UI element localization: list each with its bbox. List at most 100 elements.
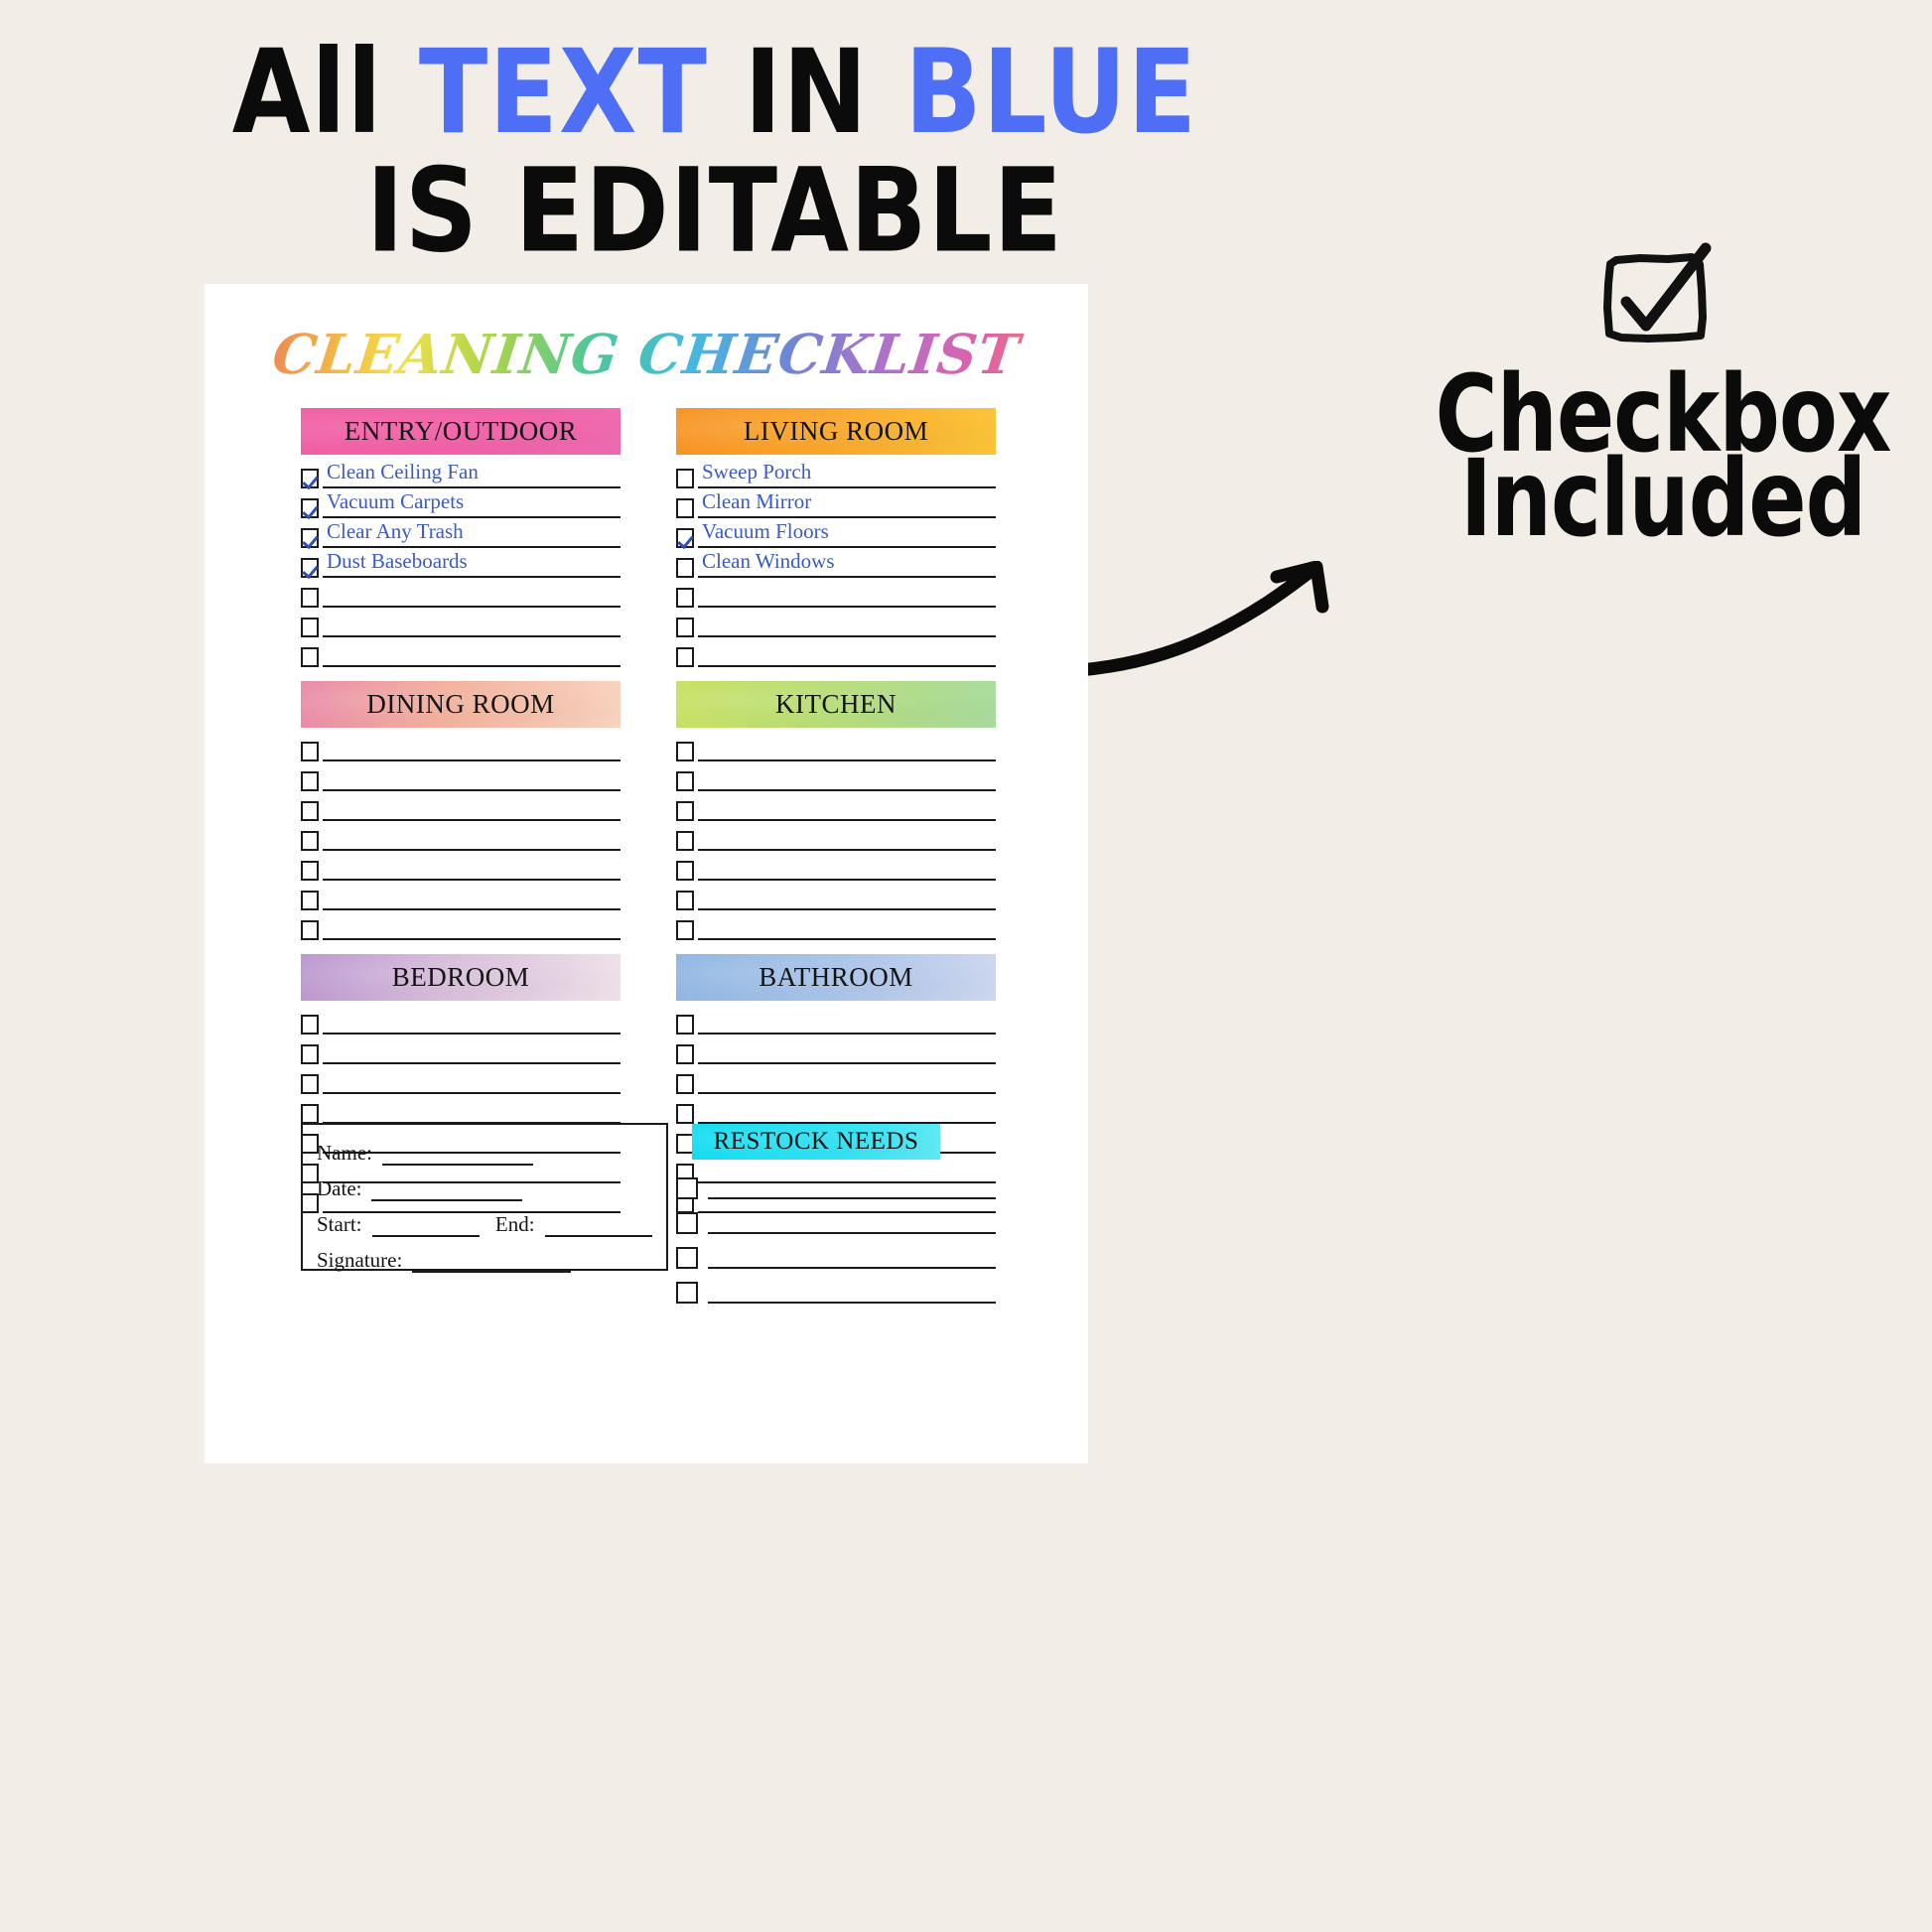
checklist-input-line[interactable] <box>323 795 621 821</box>
checklist-input-line[interactable] <box>323 914 621 940</box>
checkbox-empty[interactable] <box>676 558 694 578</box>
name-input[interactable] <box>381 1147 533 1166</box>
checkbox-empty[interactable] <box>301 861 319 881</box>
checklist-input-line[interactable] <box>323 736 621 761</box>
restock-row <box>676 1204 996 1234</box>
checkbox-empty[interactable] <box>301 588 319 608</box>
checkbox-empty[interactable] <box>676 1282 698 1304</box>
checklist-input-line[interactable] <box>698 1038 996 1064</box>
date-input[interactable] <box>371 1182 523 1201</box>
checklist-input-line[interactable] <box>323 641 621 667</box>
restock-input-line[interactable] <box>708 1278 996 1304</box>
checklist-input-line[interactable]: Sweep Porch <box>698 460 996 488</box>
restock-input-line[interactable] <box>708 1173 996 1199</box>
checkbox-empty[interactable] <box>676 647 694 667</box>
checklist-input-line[interactable] <box>698 765 996 791</box>
checklist-input-line[interactable] <box>323 765 621 791</box>
checklist-input-line[interactable] <box>323 855 621 881</box>
checklist-input-line[interactable] <box>698 582 996 608</box>
checkbox-empty[interactable] <box>676 1015 694 1035</box>
checklist-input-line[interactable] <box>323 1038 621 1064</box>
checkbox-empty[interactable] <box>676 1212 698 1234</box>
checkbox-empty[interactable] <box>676 891 694 910</box>
checkbox-empty[interactable] <box>676 771 694 791</box>
living-room-rows: Sweep Porch Clean Mirror Vacuum Floors Clea… <box>676 460 996 667</box>
checkbox-empty[interactable] <box>301 771 319 791</box>
checklist-item-label: Sweep Porch <box>702 460 812 483</box>
checklist-item-label: Clean Ceiling Fan <box>327 460 479 483</box>
checkbox-empty[interactable] <box>676 469 694 488</box>
restock-row <box>676 1239 996 1269</box>
checkbox-empty[interactable] <box>676 1074 694 1094</box>
checkbox-empty[interactable] <box>676 742 694 761</box>
checklist-row <box>301 1036 621 1064</box>
restock-input-line[interactable] <box>708 1208 996 1234</box>
checkbox-empty[interactable] <box>301 1074 319 1094</box>
checklist-input-line[interactable] <box>698 1068 996 1094</box>
signature-input[interactable] <box>412 1254 572 1273</box>
checkbox-checked[interactable] <box>301 528 319 548</box>
checkbox-empty[interactable] <box>676 618 694 637</box>
checklist-input-line[interactable] <box>323 1009 621 1035</box>
checkbox-empty[interactable] <box>676 1104 694 1124</box>
checklist-input-line[interactable] <box>323 885 621 910</box>
checkbox-empty[interactable] <box>676 831 694 851</box>
checkbox-empty[interactable] <box>676 498 694 518</box>
checklist-row <box>301 610 621 637</box>
restock-row <box>676 1170 996 1199</box>
checkbox-empty[interactable] <box>301 1104 319 1124</box>
checkbox-empty[interactable] <box>676 1247 698 1269</box>
checklist-input-line[interactable] <box>323 582 621 608</box>
checklist-input-line[interactable] <box>698 612 996 637</box>
checkbox-empty[interactable] <box>301 1015 319 1035</box>
checklist-input-line[interactable] <box>698 885 996 910</box>
checklist-input-line[interactable]: Vacuum Floors <box>698 519 996 548</box>
checklist-input-line[interactable]: Dust Baseboards <box>323 549 621 578</box>
checkbox-empty[interactable] <box>301 647 319 667</box>
checkbox-empty[interactable] <box>301 920 319 940</box>
checkbox-empty[interactable] <box>301 742 319 761</box>
checkbox-empty[interactable] <box>301 891 319 910</box>
checkbox-checked[interactable] <box>676 528 694 548</box>
start-input[interactable] <box>371 1218 480 1237</box>
restock-input-line[interactable] <box>708 1243 996 1269</box>
checklist-row <box>676 793 996 821</box>
checklist-input-line[interactable] <box>698 825 996 851</box>
checklist-input-line[interactable]: Clean Ceiling Fan <box>323 460 621 488</box>
checklist-input-line[interactable] <box>323 1068 621 1094</box>
checkbox-empty[interactable] <box>301 1044 319 1064</box>
checkbox-empty[interactable] <box>676 801 694 821</box>
checklist-input-line[interactable] <box>323 1098 621 1124</box>
checklist-row: Clear Any Trash <box>301 519 621 548</box>
checkbox-empty[interactable] <box>301 801 319 821</box>
checklist-input-line[interactable]: Clear Any Trash <box>323 519 621 548</box>
end-input[interactable] <box>544 1218 652 1237</box>
checkbox-empty[interactable] <box>676 1044 694 1064</box>
checklist-row <box>676 883 996 910</box>
checklist-input-line[interactable] <box>323 825 621 851</box>
checkbox-empty[interactable] <box>676 588 694 608</box>
promo-line2: IS EDITABLE <box>365 142 1064 279</box>
restock-needs-band: RESTOCK NEEDS <box>689 1124 941 1160</box>
checklist-input-line[interactable] <box>698 641 996 667</box>
checkbox-empty[interactable] <box>301 618 319 637</box>
checklist-input-line[interactable] <box>323 612 621 637</box>
checklist-input-line[interactable] <box>698 914 996 940</box>
checkbox-checked[interactable] <box>301 558 319 578</box>
checkbox-empty[interactable] <box>676 861 694 881</box>
checkbox-empty[interactable] <box>676 920 694 940</box>
checkbox-empty[interactable] <box>301 831 319 851</box>
checkbox-checked[interactable] <box>301 469 319 488</box>
checklist-input-line[interactable] <box>698 1098 996 1124</box>
checklist-input-line[interactable]: Clean Mirror <box>698 489 996 518</box>
checklist-input-line[interactable] <box>698 855 996 881</box>
checklist-input-line[interactable]: Vacuum Carpets <box>323 489 621 518</box>
checkbox-checked[interactable] <box>301 498 319 518</box>
field-row-start-end: Start: End: <box>317 1212 652 1237</box>
checklist-input-line[interactable] <box>698 1009 996 1035</box>
checklist-input-line[interactable]: Clean Windows <box>698 549 996 578</box>
checklist-row <box>676 1096 996 1124</box>
checklist-input-line[interactable] <box>698 795 996 821</box>
checkbox-empty[interactable] <box>676 1177 698 1199</box>
checklist-input-line[interactable] <box>698 736 996 761</box>
